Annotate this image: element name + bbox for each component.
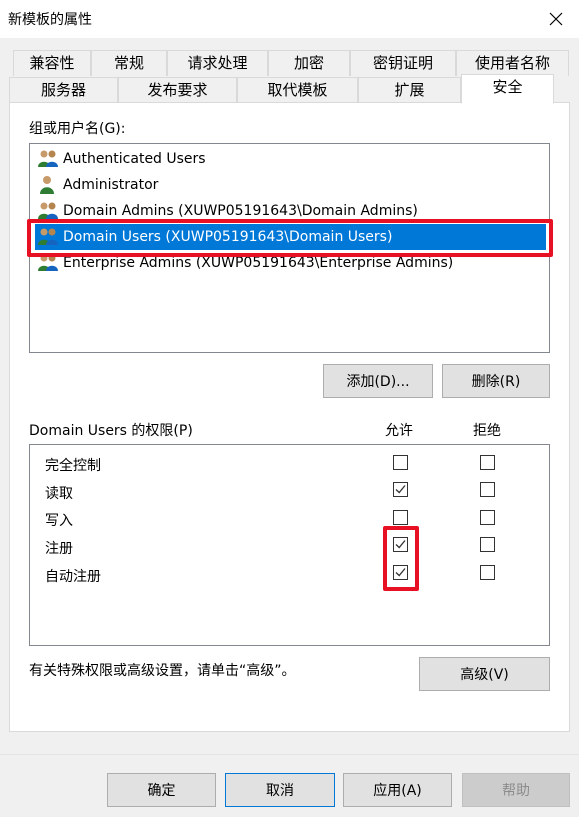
tab-server[interactable]: 服务器	[9, 77, 118, 103]
tab-issuance-requirements[interactable]: 发布要求	[118, 77, 237, 103]
allow-checkbox-highlight-frame	[383, 526, 419, 591]
footer-divider	[0, 754, 579, 755]
deny-write-checkbox[interactable]	[480, 510, 495, 525]
allow-write-checkbox[interactable]	[393, 510, 408, 525]
deny-read-checkbox[interactable]	[480, 482, 495, 497]
permissions-list: 完全控制 读取 写入 注册 自动注册	[29, 444, 550, 646]
user-name: Enterprise Admins (XUWP05191643\Enterpri…	[63, 255, 454, 271]
permissions-header: Domain Users 的权限(P)	[29, 423, 193, 439]
tab-request-handling[interactable]: 请求处理	[167, 50, 268, 76]
checkmark-icon	[395, 485, 406, 494]
user-name: Administrator	[63, 177, 159, 193]
advanced-button[interactable]: 高级(V)	[419, 657, 550, 691]
tab-superseded-templates[interactable]: 取代模板	[237, 77, 358, 103]
deny-enroll-checkbox[interactable]	[480, 537, 495, 552]
remove-button[interactable]: 删除(R)	[442, 364, 550, 398]
help-button[interactable]: 帮助	[462, 773, 570, 807]
user-name: Authenticated Users	[63, 151, 206, 167]
tab-compatibility[interactable]: 兼容性	[13, 50, 91, 76]
user-name: Domain Admins (XUWP05191643\Domain Admin…	[63, 203, 418, 219]
permission-name: 读取	[45, 486, 73, 502]
deny-autoenroll-checkbox[interactable]	[480, 565, 495, 580]
window-title: 新模板的属性	[8, 12, 92, 28]
deny-full-control-checkbox[interactable]	[480, 455, 495, 470]
tab-extensions[interactable]: 扩展	[358, 77, 461, 103]
permission-name: 写入	[45, 513, 73, 529]
cancel-button[interactable]: 取消	[225, 773, 335, 807]
permission-name: 完全控制	[45, 458, 101, 474]
advanced-hint: 有关特殊权限或高级设置，请单击“高级”。	[29, 663, 296, 679]
permission-name: 自动注册	[45, 569, 101, 585]
add-button[interactable]: 添加(D)...	[323, 364, 433, 398]
deny-column-label: 拒绝	[473, 423, 501, 439]
tab-security[interactable]: 安全	[461, 74, 554, 104]
permission-name: 注册	[45, 541, 73, 557]
list-item[interactable]: Administrator	[35, 172, 546, 198]
groups-label: 组或用户名(G):	[29, 121, 126, 137]
allow-full-control-checkbox[interactable]	[393, 455, 408, 470]
selection-highlight-frame	[27, 219, 553, 257]
close-icon	[549, 12, 563, 26]
tab-subject-name[interactable]: 使用者名称	[456, 50, 569, 76]
group-icon	[38, 150, 58, 167]
list-item[interactable]: Authenticated Users	[35, 146, 546, 172]
tab-general[interactable]: 常规	[91, 50, 167, 76]
ok-button[interactable]: 确定	[107, 773, 216, 807]
group-icon	[38, 202, 58, 219]
allow-column-label: 允许	[385, 423, 413, 439]
apply-button[interactable]: 应用(A)	[343, 773, 452, 807]
user-icon	[40, 176, 54, 194]
tab-cryptography[interactable]: 加密	[268, 50, 350, 76]
title-bar: 新模板的属性	[0, 0, 579, 38]
close-button[interactable]	[533, 0, 579, 38]
tab-key-attestation[interactable]: 密钥证明	[350, 50, 456, 76]
allow-read-checkbox[interactable]	[393, 482, 408, 497]
